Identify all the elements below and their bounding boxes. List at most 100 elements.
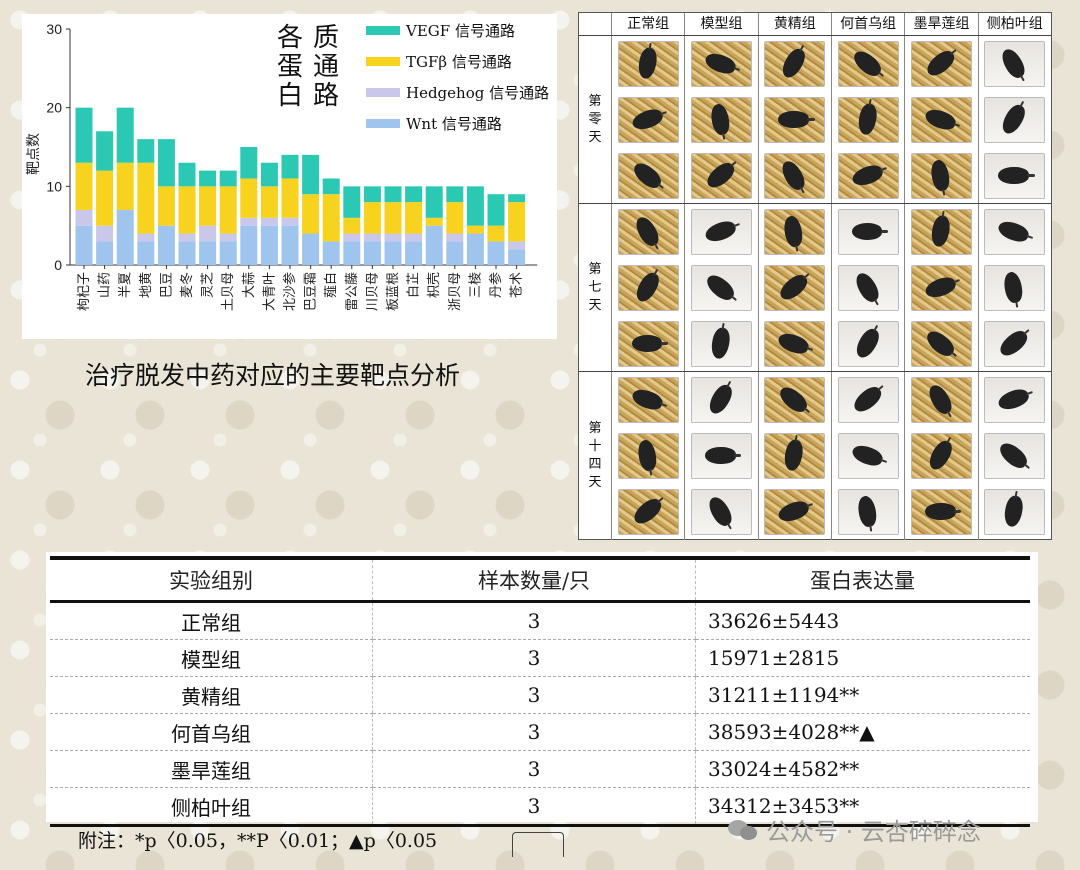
watermark: 公众号 · 云杏碎碎念 bbox=[728, 812, 981, 847]
mouse-photo bbox=[910, 433, 973, 479]
mouse-figure bbox=[852, 270, 882, 306]
mouse-photo bbox=[910, 377, 973, 423]
mouse-figure bbox=[636, 46, 658, 81]
cell-group: 黄精组 bbox=[50, 676, 373, 714]
mouse-figure bbox=[922, 274, 958, 301]
bar-segment bbox=[75, 107, 93, 163]
photo-cell bbox=[611, 260, 684, 316]
mouse-photo bbox=[837, 41, 899, 87]
bar-segment bbox=[199, 241, 217, 265]
photo-column-label: 黄精组 bbox=[757, 13, 831, 35]
mouse-figure bbox=[849, 47, 885, 80]
bar-segment bbox=[425, 186, 443, 218]
table-header-row: 实验组别 样本数量/只 蛋白表达量 bbox=[50, 556, 1030, 603]
bar-segment bbox=[96, 225, 114, 242]
x-tick-label: 雷公藤 bbox=[345, 272, 360, 311]
mouse-photo bbox=[837, 489, 899, 535]
photo-cell bbox=[684, 428, 757, 484]
header-group: 实验组别 bbox=[50, 556, 373, 603]
x-tick-label: 大蒜 bbox=[242, 272, 257, 298]
x-tick-label-group: 板蓝根 bbox=[386, 272, 401, 311]
y-axis-label: 靶点数 bbox=[26, 133, 42, 175]
cell-sample-count: 3 bbox=[372, 713, 696, 751]
mouse-photo bbox=[910, 321, 973, 367]
table-row: 模型组 3 15971±2815 bbox=[50, 639, 1030, 677]
mouse-photo bbox=[984, 41, 1046, 87]
photo-cell bbox=[904, 428, 977, 484]
watermark-text: 公众号 · 云杏碎碎念 bbox=[766, 818, 981, 846]
photo-cell bbox=[757, 92, 831, 148]
cell-sample-count: 3 bbox=[372, 601, 696, 640]
bar-segment bbox=[178, 162, 196, 187]
bar-segment bbox=[281, 217, 299, 226]
mouse-figure bbox=[705, 494, 736, 530]
bar-segment bbox=[240, 178, 258, 218]
bar-segment bbox=[446, 241, 464, 265]
bar-segment bbox=[322, 241, 340, 265]
legend-label: VEGF 信号通路 bbox=[405, 22, 515, 40]
cell-group: 侧柏叶组 bbox=[50, 787, 373, 827]
photo-cell bbox=[977, 260, 1051, 316]
header-sample-count: 样本数量/只 bbox=[372, 556, 696, 603]
day-label: 第七天 bbox=[579, 204, 611, 372]
mouse-photo bbox=[837, 97, 899, 143]
x-tick-label-group: 苍术 bbox=[510, 272, 525, 298]
x-tick-label: 丹参 bbox=[488, 272, 504, 298]
mouse-figure bbox=[709, 326, 732, 361]
x-tick-label: 巴豆霜 bbox=[304, 272, 319, 311]
day-label-char: 第 bbox=[588, 421, 602, 436]
mouse-figure bbox=[629, 159, 665, 192]
mouse-figure bbox=[852, 326, 882, 362]
day-label-char: 七 bbox=[588, 280, 602, 295]
x-tick-label: 薤白 bbox=[323, 272, 339, 298]
mouse-photo bbox=[910, 153, 973, 199]
bar-segment bbox=[116, 162, 134, 210]
photo-row-day: 第零天 bbox=[579, 35, 1051, 204]
table-panel: 实验组别 样本数量/只 蛋白表达量 正常组 3 33626±5443 模型组 3 1597… bbox=[46, 552, 1038, 827]
x-tick-label-group: 枸杞子 bbox=[77, 272, 92, 311]
bar-segment bbox=[384, 186, 402, 203]
x-tick-label: 浙贝母 bbox=[448, 272, 463, 311]
mouse-figure bbox=[702, 218, 738, 245]
bar-segment bbox=[487, 241, 505, 265]
photo-cell bbox=[831, 148, 904, 204]
stacked-bar-chart: 0 10 20 30 靶点数枸杞子 山药 半夏 地黄 巴豆 麦冬 灵芝 土贝母 大蒜 大青叶 北沙参 巴豆霜薤… bbox=[26, 21, 549, 311]
mouse-photo bbox=[910, 265, 973, 311]
mouse-figure bbox=[996, 386, 1031, 413]
photo-cell bbox=[977, 92, 1051, 148]
bar-segment bbox=[405, 241, 423, 265]
legend-swatch bbox=[366, 119, 400, 128]
mouse-figure bbox=[631, 335, 668, 352]
bar-segment bbox=[302, 233, 320, 265]
mouse-figure bbox=[922, 106, 958, 133]
bar-segment bbox=[425, 225, 443, 265]
mouse-figure bbox=[996, 327, 1031, 360]
mouse-photo bbox=[617, 265, 679, 311]
mouse-photo bbox=[764, 153, 826, 199]
chart-panel: 0 10 20 30 靶点数 枸杞子 山药 半夏 地黄 巴豆 麦冬 灵芝 土贝母 大蒜 大青叶 北沙参 巴豆霜薤… bbox=[22, 14, 557, 339]
mouse-photo bbox=[617, 433, 679, 479]
mouse-figure bbox=[709, 102, 732, 137]
bar-segment bbox=[363, 186, 381, 203]
table-row: 黄精组 3 31211±1194** bbox=[50, 676, 1030, 714]
photo-row-day: 第七天 bbox=[579, 203, 1051, 372]
footnote-box bbox=[512, 832, 564, 857]
mouse-figure bbox=[704, 447, 742, 464]
bar-segment bbox=[157, 186, 175, 226]
mouse-photo bbox=[910, 489, 973, 535]
mouse-figure bbox=[629, 495, 665, 528]
bar-segment bbox=[508, 241, 526, 250]
photo-cell bbox=[977, 36, 1051, 92]
x-tick-label-group: 半夏 bbox=[118, 272, 133, 298]
photo-cell bbox=[684, 316, 757, 372]
mouse-figure bbox=[856, 102, 878, 137]
photo-grid-header: 正常组 模型组 黄精组 何首乌组 墨旱莲组 侧柏叶组 bbox=[611, 13, 1051, 36]
bar-segment bbox=[466, 225, 484, 234]
photo-cell bbox=[977, 372, 1051, 428]
cell-expression: 38593±4028**▲ bbox=[695, 713, 1030, 751]
bar-segment bbox=[487, 194, 505, 226]
bar-segment bbox=[281, 178, 299, 218]
photo-cell bbox=[684, 484, 757, 540]
photo-cell bbox=[904, 260, 977, 316]
mouse-figure bbox=[703, 159, 738, 192]
